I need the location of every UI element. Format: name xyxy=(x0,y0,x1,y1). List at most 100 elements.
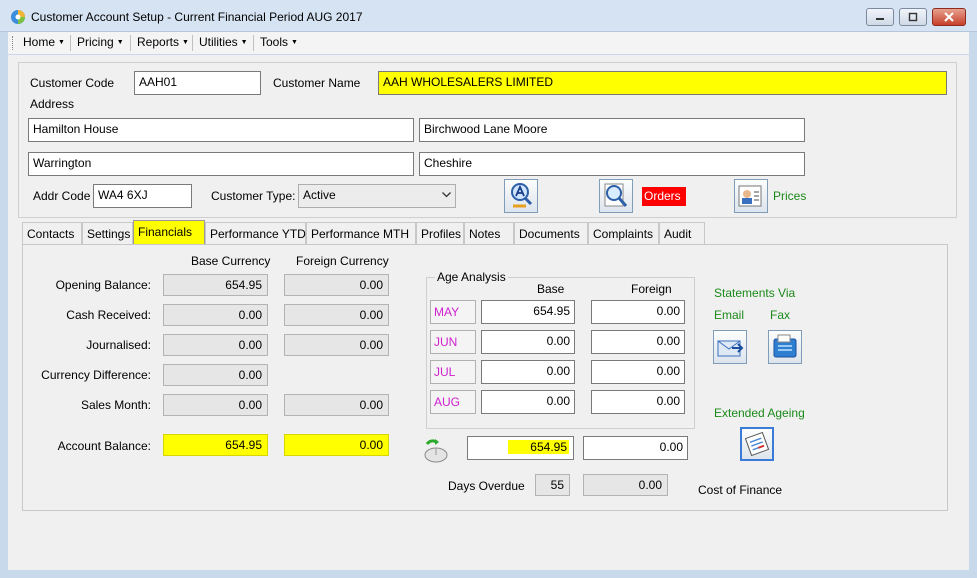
maximize-button[interactable] xyxy=(899,8,927,26)
address-line4-field[interactable]: Cheshire xyxy=(419,152,805,176)
foreign-currency-header: Foreign Currency xyxy=(296,254,389,268)
age-jul-base[interactable]: 0.00 xyxy=(481,360,575,384)
tab-documents[interactable]: Documents xyxy=(514,222,588,244)
menu-utilities-label: Utilities xyxy=(199,35,238,49)
sales-month-foreign: 0.00 xyxy=(284,394,389,416)
extended-ageing-button[interactable] xyxy=(740,427,774,461)
orders-button[interactable]: Orders xyxy=(642,187,686,206)
address-line1-field[interactable]: Hamilton House xyxy=(28,118,414,142)
age-month-may: MAY xyxy=(430,300,476,324)
minimize-button[interactable] xyxy=(866,8,894,26)
customer-code-field[interactable]: AAH01 xyxy=(134,71,261,95)
report-sheet-icon xyxy=(744,431,770,457)
tab-profiles[interactable]: Profiles xyxy=(416,222,464,244)
title-bar: Customer Account Setup - Current Financi… xyxy=(0,0,977,32)
chevron-down-icon xyxy=(442,192,451,198)
opening-balance-foreign: 0.00 xyxy=(284,274,389,296)
minimize-icon xyxy=(876,18,884,20)
menu-bar: Home ▼ Pricing ▼ Reports ▼ Utilities ▼ Tools… xyxy=(8,32,969,54)
menu-home[interactable]: Home ▼ xyxy=(23,35,65,49)
customer-type-label: Customer Type: xyxy=(211,189,296,203)
app-logo-icon xyxy=(11,10,25,24)
tab-notes[interactable]: Notes xyxy=(464,222,514,244)
age-total-base-value: 654.95 xyxy=(508,440,569,454)
age-aug-base[interactable]: 0.00 xyxy=(481,390,575,414)
close-icon xyxy=(944,12,954,22)
age-foreign-header: Foreign xyxy=(631,282,672,296)
tab-complaints[interactable]: Complaints xyxy=(588,222,659,244)
menu-tools-label: Tools xyxy=(260,35,289,49)
age-analysis-title: Age Analysis xyxy=(435,270,508,284)
age-jul-foreign[interactable]: 0.00 xyxy=(591,360,685,384)
close-button[interactable] xyxy=(932,8,966,26)
account-balance-base: 654.95 xyxy=(163,434,268,456)
customer-type-value: Active xyxy=(303,188,336,202)
prices-label: Prices xyxy=(773,189,807,203)
age-may-foreign[interactable]: 0.00 xyxy=(591,300,685,324)
window-title: Customer Account Setup - Current Financi… xyxy=(31,10,363,24)
address-lookup-button[interactable] xyxy=(504,179,538,213)
statement-email-button[interactable] xyxy=(713,330,747,364)
tab-performance-mth[interactable]: Performance MTH xyxy=(306,222,416,244)
journalised-label: Journalised: xyxy=(86,338,151,352)
cash-received-base: 0.00 xyxy=(163,304,268,326)
age-aug-foreign[interactable]: 0.00 xyxy=(591,390,685,414)
tab-settings[interactable]: Settings xyxy=(82,222,133,244)
dropdown-caret-icon: ▼ xyxy=(182,39,189,46)
statement-fax-button[interactable] xyxy=(768,330,802,364)
account-balance-label: Account Balance: xyxy=(57,439,151,453)
tab-performance-ytd[interactable]: Performance YTD xyxy=(205,222,306,244)
dropdown-caret-icon: ▼ xyxy=(291,39,298,46)
menu-separator xyxy=(70,35,71,51)
opening-balance-base: 654.95 xyxy=(163,274,268,296)
menu-tools[interactable]: Tools ▼ xyxy=(260,35,298,49)
journalised-foreign: 0.00 xyxy=(284,334,389,356)
restore-icon xyxy=(908,12,918,22)
statements-fax-label: Fax xyxy=(770,308,791,322)
customer-code-label: Customer Code xyxy=(30,76,115,90)
age-jun-base[interactable]: 0.00 xyxy=(481,330,575,354)
menu-reports-label: Reports xyxy=(137,35,180,49)
cash-received-foreign: 0.00 xyxy=(284,304,389,326)
tab-financials[interactable]: Financials xyxy=(133,220,205,244)
sales-month-base: 0.00 xyxy=(163,394,268,416)
magnifier-icon xyxy=(604,183,628,207)
menu-separator xyxy=(192,35,193,51)
tab-audit[interactable]: Audit xyxy=(659,222,705,244)
cash-received-label: Cash Received: xyxy=(66,308,151,322)
currency-difference-base: 0.00 xyxy=(163,364,268,386)
addr-code-label: Addr Code xyxy=(33,189,91,203)
address-line2-field[interactable]: Birchwood Lane Moore xyxy=(419,118,805,142)
cost-of-finance-label: Cost of Finance xyxy=(698,483,783,497)
prices-button[interactable] xyxy=(734,179,768,213)
age-jun-foreign[interactable]: 0.00 xyxy=(591,330,685,354)
tab-contacts[interactable]: Contacts xyxy=(22,222,82,244)
customer-type-select[interactable]: Active xyxy=(298,184,456,208)
sales-month-label: Sales Month: xyxy=(80,398,151,412)
email-envelope-icon xyxy=(717,340,744,357)
extended-ageing-label: Extended Ageing xyxy=(714,406,805,420)
age-may-base[interactable]: 654.95 xyxy=(481,300,575,324)
days-overdue-value: 55 xyxy=(535,474,570,496)
cost-of-finance-value: 0.00 xyxy=(583,474,668,496)
address-line3-field[interactable]: Warrington xyxy=(28,152,414,176)
account-balance-foreign: 0.00 xyxy=(284,434,389,456)
statements-via-label: Statements Via xyxy=(714,286,796,300)
customer-name-label: Customer Name xyxy=(273,76,361,90)
price-list-icon xyxy=(738,185,762,207)
menu-reports[interactable]: Reports ▼ xyxy=(137,35,189,49)
statements-email-label: Email xyxy=(714,308,745,322)
opening-balance-label: Opening Balance: xyxy=(55,278,151,292)
customer-name-field[interactable]: AAH WHOLESALERS LIMITED xyxy=(378,71,947,95)
menu-separator xyxy=(253,35,254,51)
menu-pricing[interactable]: Pricing ▼ xyxy=(77,35,124,49)
addr-code-field[interactable]: WA4 6XJ xyxy=(93,184,192,208)
address-search-icon xyxy=(511,183,533,208)
menu-utilities[interactable]: Utilities ▼ xyxy=(199,35,248,49)
age-total-base: 654.95 xyxy=(467,436,574,460)
menu-separator xyxy=(130,35,131,51)
age-month-aug: AUG xyxy=(430,390,476,414)
age-month-jul: JUL xyxy=(430,360,476,384)
orders-search-button[interactable] xyxy=(599,179,633,213)
refresh-mouse-icon[interactable] xyxy=(421,438,451,464)
